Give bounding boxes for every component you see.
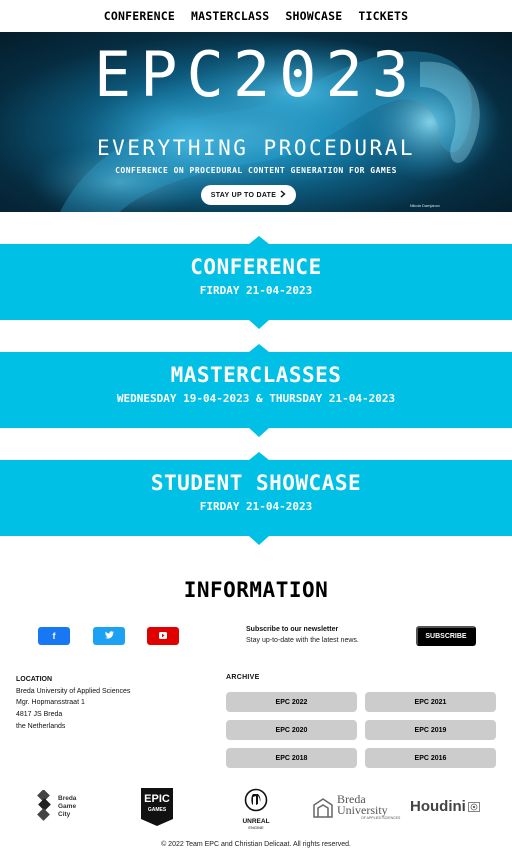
logo-text: GAMES: [147, 807, 167, 813]
facebook-button[interactable]: f: [38, 627, 70, 645]
copyright-footer: © 2022 Team EPC and Christian Delicaat. …: [161, 841, 351, 848]
hero-banner: EPC2023 EVERYTHING PROCEDURAL CONFERENCE…: [0, 32, 512, 212]
newsletter-block: Subscribe to our newsletter Stay up-to-d…: [246, 626, 359, 644]
location-title: LOCATION: [16, 676, 53, 683]
logo-text: OF APPLIED SCIENCES: [361, 816, 401, 820]
chevron-right-icon: [280, 190, 286, 200]
event-date: FIRDAY 21-04-2023: [199, 284, 313, 297]
facebook-icon: f: [52, 631, 56, 641]
hero-title: EPC2023: [93, 38, 419, 111]
photo-credit: Nikola Damjanov: [409, 203, 440, 208]
event-date: FIRDAY 21-04-2023: [199, 500, 313, 513]
epic-games-logo[interactable]: EPIC GAMES: [140, 787, 174, 827]
logo-text: ENGINE: [248, 825, 264, 830]
nav-conference[interactable]: CONFERENCE: [104, 9, 175, 23]
archive-epc-2016[interactable]: EPC 2016: [365, 748, 496, 768]
breda-game-city-logo[interactable]: Breda Game City: [36, 790, 76, 824]
breda-university-logo[interactable]: Breda University OF APPLIED SCIENCES: [312, 793, 401, 821]
information-heading: INFORMATION: [183, 578, 329, 602]
logo-text: Breda: [58, 795, 77, 802]
location-line: Mgr. Hopmansstraat 1: [16, 699, 85, 707]
hero-subtitle: EVERYTHING PROCEDURAL: [96, 136, 415, 160]
location-block: LOCATION Breda University of Applied Sci…: [16, 674, 130, 733]
top-nav: CONFERENCE MASTERCLASS SHOWCASE TICKETS: [0, 0, 512, 32]
event-masterclasses-banner[interactable]: MASTERCLASSES WEDNESDAY 19-04-2023 & THU…: [0, 344, 512, 437]
event-title: CONFERENCE: [190, 255, 322, 279]
houdini-spiral-icon: [467, 801, 480, 812]
stay-up-to-date-button[interactable]: STAY UP TO DATE: [201, 185, 296, 205]
location-line: 4817 JS Breda: [16, 711, 63, 719]
logo-text: City: [58, 811, 71, 818]
youtube-icon: [159, 631, 167, 641]
location-line: the Netherlands: [16, 722, 66, 730]
logo-text: Houdini: [410, 798, 466, 815]
breda-game-city-icon: [37, 790, 51, 821]
nav-tickets[interactable]: TICKETS: [358, 9, 408, 23]
stay-up-to-date-label: STAY UP TO DATE: [210, 191, 277, 199]
archive-epc-2019[interactable]: EPC 2019: [365, 720, 496, 740]
newsletter-subtitle: Stay up-to-date with the latest news.: [246, 637, 359, 644]
nav-masterclass[interactable]: MASTERCLASS: [191, 9, 269, 23]
archive-epc-2022[interactable]: EPC 2022: [226, 692, 357, 712]
event-title: MASTERCLASSES: [170, 363, 342, 387]
logo-text: UNREAL: [242, 818, 270, 825]
event-student-showcase-banner[interactable]: STUDENT SHOWCASE FIRDAY 21-04-2023: [0, 452, 512, 545]
twitter-button[interactable]: [93, 627, 125, 645]
twitter-icon: [104, 631, 114, 641]
hero-tagline: CONFERENCE ON PROCEDURAL CONTENT GENERAT…: [115, 166, 397, 175]
subscribe-button[interactable]: SUBSCRIBE: [416, 626, 476, 646]
breda-university-icon: [313, 797, 333, 818]
youtube-button[interactable]: [147, 627, 179, 645]
event-date: WEDNESDAY 19-04-2023 & THURSDAY 21-04-20…: [116, 392, 396, 405]
event-conference-banner[interactable]: CONFERENCE FIRDAY 21-04-2023: [0, 236, 512, 329]
archive-epc-2018[interactable]: EPC 2018: [226, 748, 357, 768]
nav-showcase[interactable]: SHOWCASE: [285, 9, 342, 23]
houdini-logo[interactable]: Houdini: [410, 798, 480, 815]
newsletter-title: Subscribe to our newsletter: [246, 626, 339, 633]
logo-text: University: [337, 803, 388, 817]
archive-title: ARCHIVE: [226, 674, 260, 681]
archive-epc-2020[interactable]: EPC 2020: [226, 720, 357, 740]
location-line: Breda University of Applied Sciences: [16, 687, 131, 695]
unreal-engine-icon: [244, 788, 268, 812]
event-title: STUDENT SHOWCASE: [150, 471, 362, 495]
logo-text: Game: [58, 803, 77, 810]
archive-epc-2021[interactable]: EPC 2021: [365, 692, 496, 712]
unreal-engine-logo[interactable]: UNREAL ENGINE: [230, 788, 282, 830]
logo-text: EPIC: [144, 793, 170, 805]
